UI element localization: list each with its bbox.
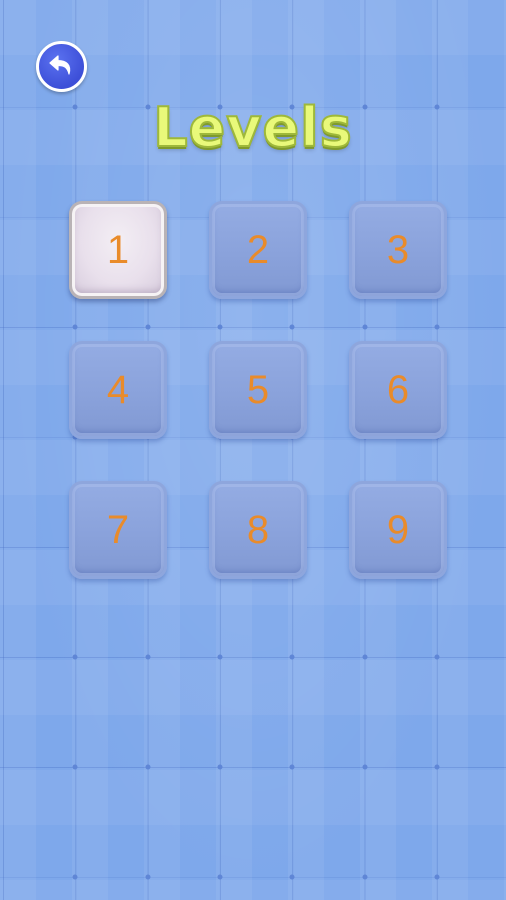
level-button-6[interactable]: 6 — [349, 341, 447, 439]
level-button-7[interactable]: 7 — [69, 481, 167, 579]
grid-dot — [289, 654, 295, 660]
level-number: 1 — [106, 227, 130, 272]
level-button-8[interactable]: 8 — [209, 481, 307, 579]
undo-arrow-icon — [49, 55, 71, 75]
grid-dot — [434, 654, 440, 660]
grid-dot — [145, 874, 151, 880]
grid-dot — [72, 764, 78, 770]
level-button-5[interactable]: 5 — [209, 341, 307, 439]
level-button-4[interactable]: 4 — [69, 341, 167, 439]
level-number: 7 — [106, 507, 130, 552]
level-button-3[interactable]: 3 — [349, 201, 447, 299]
level-grid: 1 2 3 4 5 6 7 8 9 — [69, 201, 449, 579]
grid-dot — [145, 654, 151, 660]
level-number: 6 — [386, 367, 410, 412]
level-number: 5 — [246, 367, 270, 412]
grid-dot — [434, 874, 440, 880]
grid-dot — [362, 654, 367, 660]
page-title: Levels — [152, 95, 353, 160]
grid-dot — [217, 764, 223, 770]
grid-dot — [289, 874, 295, 880]
grid-dot — [289, 764, 295, 770]
grid-dot — [217, 654, 223, 660]
level-number: 8 — [246, 507, 270, 552]
level-number: 3 — [386, 227, 410, 272]
level-button-9[interactable]: 9 — [349, 481, 447, 579]
level-number: 4 — [106, 367, 130, 412]
level-number: 9 — [386, 507, 410, 552]
grid-dot — [217, 874, 223, 880]
grid-dot — [362, 874, 367, 880]
level-number: 2 — [246, 227, 270, 272]
level-button-2[interactable]: 2 — [209, 201, 307, 299]
level-button-1[interactable]: 1 — [69, 201, 167, 299]
back-button[interactable] — [36, 41, 87, 92]
grid-dot — [362, 764, 367, 770]
grid-dot — [434, 764, 440, 770]
grid-dot — [72, 874, 78, 880]
grid-dot — [72, 654, 78, 660]
grid-dot — [145, 764, 151, 770]
